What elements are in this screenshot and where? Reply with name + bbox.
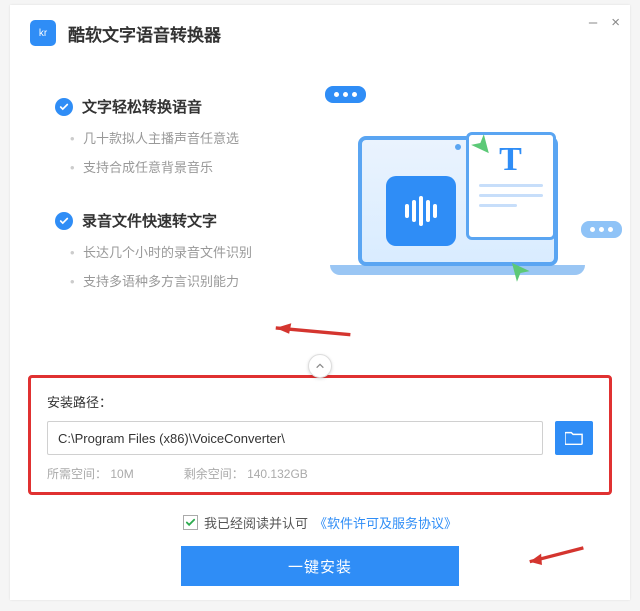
agreement-row: 我已经阅读并认可 《软件许可及服务协议》: [183, 513, 457, 532]
feature-title: 文字轻松转换语音: [55, 96, 315, 117]
install-path-panel: 安装路径： 所需空间： 10M 剩余空间： 140.132GB: [28, 375, 612, 495]
chat-bubble-icon: [581, 221, 622, 238]
install-button[interactable]: 一键安装: [181, 546, 459, 586]
close-button[interactable]: ×: [611, 15, 620, 30]
audio-wave-icon: [386, 176, 456, 246]
agreement-checkbox[interactable]: [183, 515, 198, 530]
feature-title-text: 录音文件快速转文字: [82, 210, 217, 231]
list-item: 几十款拟人主播声音任意选: [83, 125, 315, 154]
list-item: 支持合成任意背景音乐: [83, 154, 315, 183]
feature-block: 文字轻松转换语音 几十款拟人主播声音任意选 支持合成任意背景音乐: [55, 96, 315, 182]
window-controls: – ×: [589, 15, 620, 30]
list-item: 长达几个小时的录音文件识别: [83, 239, 315, 268]
check-icon: [55, 98, 73, 116]
install-path-label: 安装路径：: [47, 392, 593, 411]
annotation-arrow-icon: [520, 541, 585, 576]
minimize-button[interactable]: –: [589, 15, 597, 30]
feature-block: 录音文件快速转文字 长达几个小时的录音文件识别 支持多语种多方言识别能力: [55, 210, 315, 296]
laptop-graphic: T ➤ ➤: [330, 136, 585, 296]
app-icon: kr: [30, 20, 56, 46]
browse-folder-button[interactable]: [555, 421, 593, 455]
feature-list-column: 文字轻松转换语音 几十款拟人主播声音任意选 支持合成任意背景音乐 录音文件快速转…: [55, 96, 315, 324]
feature-title: 录音文件快速转文字: [55, 210, 315, 231]
app-title: 酷软文字语音转换器: [68, 21, 221, 46]
titlebar: kr 酷软文字语音转换器 – ×: [10, 5, 630, 56]
agreement-link[interactable]: 《软件许可及服务协议》: [314, 513, 457, 532]
chat-bubble-icon: [325, 86, 366, 103]
swap-arrow-icon: ➤: [499, 252, 537, 289]
collapse-toggle-button[interactable]: [308, 354, 332, 378]
agreement-text: 我已经阅读并认可: [204, 513, 308, 532]
check-icon: [55, 212, 73, 230]
installer-window: kr 酷软文字语音转换器 – × 文字轻松转换语音 几十款拟人主播声音任意选 支…: [10, 5, 630, 600]
disk-space-info: 所需空间： 10M 剩余空间： 140.132GB: [47, 465, 593, 482]
feature-title-text: 文字轻松转换语音: [82, 96, 202, 117]
install-path-input[interactable]: [47, 421, 543, 455]
folder-icon: [565, 430, 583, 446]
hero-illustration: T ➤ ➤: [325, 96, 610, 296]
body-area: 文字轻松转换语音 几十款拟人主播声音任意选 支持合成任意背景音乐 录音文件快速转…: [10, 56, 630, 334]
